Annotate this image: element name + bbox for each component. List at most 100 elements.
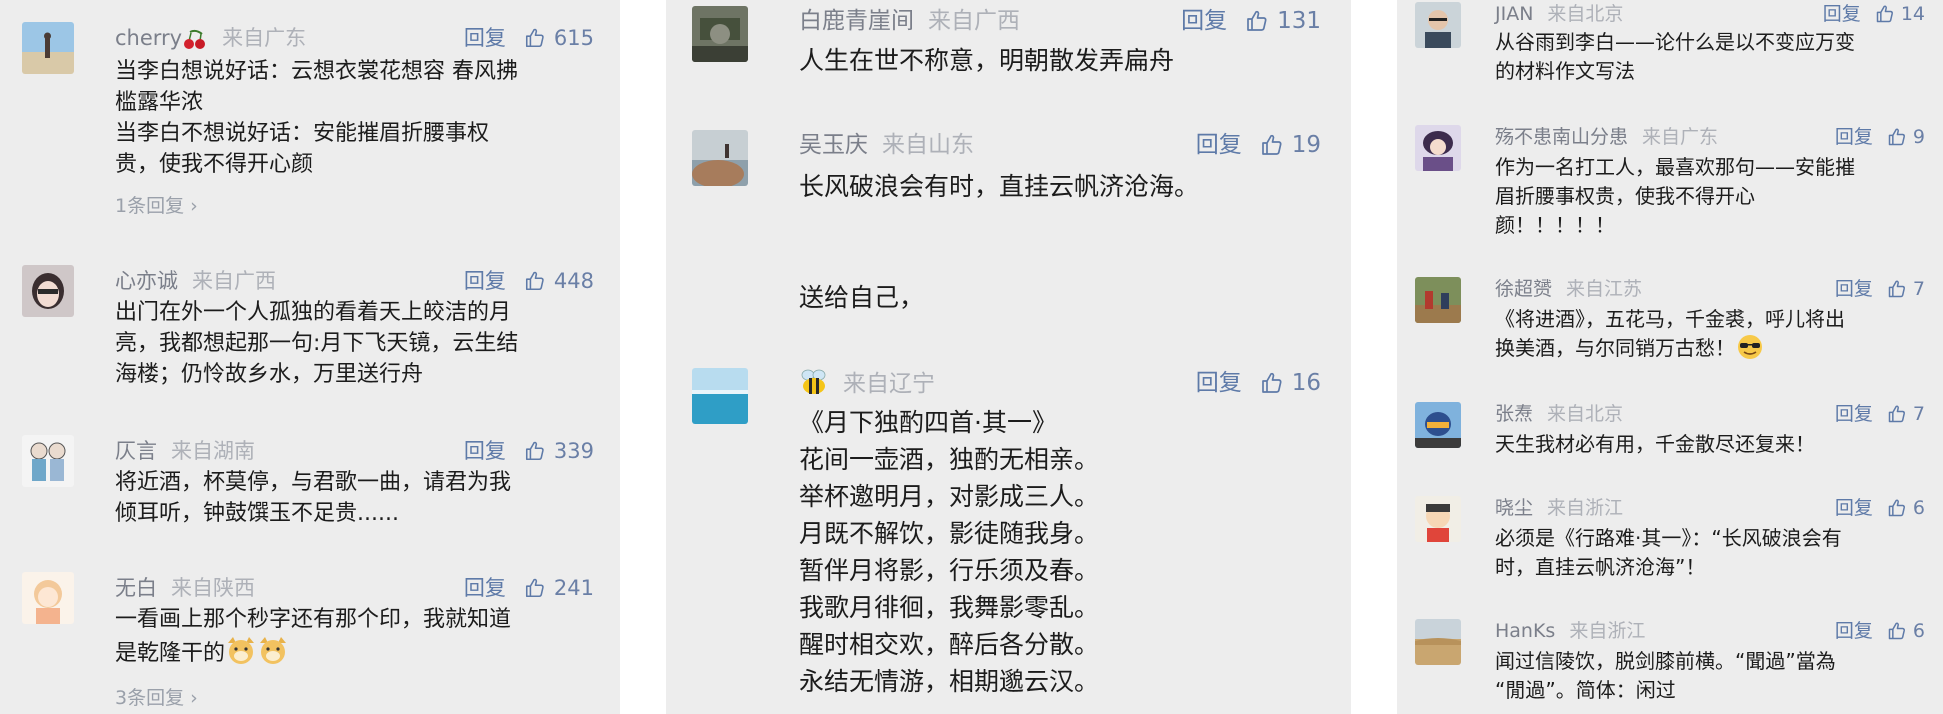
comment-item: 心亦诚 来自广西 回复 448 出门在外一个人孤独的看着天上皎洁的月 亮，我都想起…: [22, 265, 620, 395]
reply-button[interactable]: 回复: [1835, 619, 1873, 643]
desert-avatar: [1415, 619, 1461, 665]
comment-panel-right: JIAN 来自北京 回复 14 从谷雨到李白——论什么是以不变应万变 的材料作文写…: [1397, 0, 1943, 714]
reply-button[interactable]: 回复: [1835, 277, 1873, 301]
comment-item: 白鹿青崖间 来自广西 回复 131 人生在世不称意，明朝散发弄扁舟: [692, 6, 1351, 86]
avatar-sea-view[interactable]: [692, 368, 748, 424]
reply-button[interactable]: 回复: [464, 437, 506, 465]
comment-line: 必须是《行路难·其一》：“长风破浪会有: [1495, 526, 1842, 550]
like-button[interactable]: 131: [1245, 6, 1321, 36]
like-count: 6: [1912, 620, 1925, 642]
comment-line: 贵，使我不得开心颜: [115, 152, 314, 177]
like-count: 241: [553, 576, 594, 600]
reply-button[interactable]: 回复: [1835, 125, 1873, 149]
comment-line-text: 是乾隆干的: [115, 641, 226, 666]
more-replies-link[interactable]: 1条回复 ›: [115, 194, 198, 218]
username[interactable]: 白鹿青崖间: [799, 8, 914, 34]
username[interactable]: JIAN: [1495, 3, 1533, 25]
comment-line: 槛露华浓: [115, 90, 204, 115]
doge-emoji: [225, 635, 289, 674]
comment-header: 白鹿青崖间 来自广西: [799, 6, 1020, 36]
avatar-cartoon-boy[interactable]: [1415, 496, 1461, 542]
avatar-rock-sea[interactable]: [692, 130, 748, 186]
avatar-cartoon-couple[interactable]: [22, 435, 74, 487]
username[interactable]: cherry: [115, 26, 182, 50]
comment-header: 心亦诚 来自广西: [115, 267, 276, 295]
username[interactable]: 张焘: [1495, 403, 1533, 425]
reply-button[interactable]: 回复: [1196, 368, 1242, 398]
more-replies-link[interactable]: 3条回复 ›: [115, 686, 198, 710]
thumbs-up-icon: [1887, 279, 1907, 299]
more-replies-label: 3条回复: [115, 687, 185, 709]
comment-line: 当李白不想说好话：安能摧眉折腰事权: [115, 121, 490, 146]
reply-button[interactable]: 回复: [464, 574, 506, 602]
like-button[interactable]: 7: [1887, 277, 1925, 301]
like-count: 615: [553, 26, 594, 50]
like-count: 19: [1291, 132, 1321, 158]
like-button[interactable]: 6: [1887, 496, 1925, 520]
username[interactable]: 晓尘: [1495, 497, 1533, 519]
username[interactable]: 心亦诚: [115, 269, 178, 293]
comment-line: 的材料作文写法: [1495, 59, 1635, 83]
like-count: 339: [553, 439, 594, 463]
reply-button[interactable]: 回复: [464, 267, 506, 295]
like-button[interactable]: 448: [524, 267, 594, 295]
avatar-helmet-rider[interactable]: [1415, 402, 1461, 448]
cartoon-boy-avatar: [1415, 496, 1461, 542]
reply-button[interactable]: 回复: [1823, 2, 1861, 26]
username[interactable]: 仄言: [115, 439, 157, 463]
like-count: 7: [1912, 403, 1925, 425]
username[interactable]: 吴玉庆: [799, 132, 868, 158]
comment-item: 殇不患南山分患 来自广东 回复 9 作为一名打工人，最喜欢那句——安能摧 眉折腰事…: [1415, 125, 1943, 245]
cool-sunglasses-emoji: [1735, 334, 1765, 368]
avatar-man-glasses[interactable]: [1415, 2, 1461, 48]
username[interactable]: 无白: [115, 576, 157, 600]
comment-text: 人生在世不称意，明朝散发弄扁舟: [799, 42, 1174, 79]
like-button[interactable]: 241: [524, 574, 594, 602]
avatar-cartoon-girl[interactable]: [22, 572, 74, 624]
thumbs-up-icon: [1887, 498, 1907, 518]
avatar-soldier[interactable]: [692, 6, 748, 62]
comment-line: 一看画上那个秒字还有那个印，我就知道: [115, 607, 512, 632]
avatar-beach-person[interactable]: [22, 22, 74, 74]
comment-actions: 回复 131: [1181, 6, 1321, 36]
username[interactable]: 徐超赟: [1495, 278, 1552, 300]
like-button[interactable]: 6: [1887, 619, 1925, 643]
thumbs-up-icon: [1887, 404, 1907, 424]
like-count: 9: [1912, 126, 1925, 148]
helmet-rider-avatar: [1415, 402, 1461, 448]
like-button[interactable]: 7: [1887, 402, 1925, 426]
like-button[interactable]: 19: [1260, 130, 1321, 160]
reply-button[interactable]: 回复: [1181, 6, 1227, 36]
thumbs-up-icon: [1245, 9, 1269, 33]
comment-text: 闻过信陵饮，脱剑膝前横。“聞過”當為 “閒過”。简体：闲过: [1495, 647, 1836, 705]
like-button[interactable]: 339: [524, 437, 594, 465]
comment-line: 海楼；仍怜故乡水，万里送行舟: [115, 362, 424, 387]
avatar-girl-portrait[interactable]: [22, 265, 74, 317]
username[interactable]: 殇不患南山分患: [1495, 126, 1628, 148]
comment-line: 《将进酒》，五花马，千金裘，呼儿将出: [1495, 307, 1845, 331]
rock-sea-avatar: [692, 130, 748, 186]
comment-actions: 回复 14: [1823, 2, 1925, 26]
comment-actions: 回复 9: [1835, 125, 1925, 149]
like-button[interactable]: 615: [524, 24, 594, 52]
comment-line: 长风破浪会有时，直挂云帆济沧海。: [799, 172, 1200, 201]
username[interactable]: HanKs: [1495, 620, 1555, 642]
reply-button[interactable]: 回复: [1196, 130, 1242, 160]
reply-button[interactable]: 回复: [464, 24, 506, 52]
like-button[interactable]: 9: [1887, 125, 1925, 149]
avatar-desert[interactable]: [1415, 619, 1461, 665]
reply-button[interactable]: 回复: [1835, 402, 1873, 426]
thumbs-up-icon: [524, 270, 546, 292]
location: 来自辽宁: [843, 371, 935, 397]
comment-item: 吴玉庆 来自山东 回复 19 长风破浪会有时，直挂云帆济沧海。 送给自己，: [692, 130, 1351, 330]
comment-text: 将近酒，杯莫停，与君歌一曲，请君为我 倾耳听，钟鼓馔玉不足贵......: [115, 467, 511, 529]
reply-button[interactable]: 回复: [1835, 496, 1873, 520]
avatar-outdoor-group[interactable]: [1415, 277, 1461, 323]
bee-emoji: [799, 368, 829, 404]
avatar-anime-character[interactable]: [1415, 125, 1461, 171]
location: 来自浙江: [1547, 497, 1624, 519]
like-button[interactable]: 14: [1875, 2, 1925, 26]
comment-header: 吴玉庆 来自山东: [799, 130, 974, 160]
like-button[interactable]: 16: [1260, 368, 1321, 398]
location: 来自广西: [928, 8, 1020, 34]
